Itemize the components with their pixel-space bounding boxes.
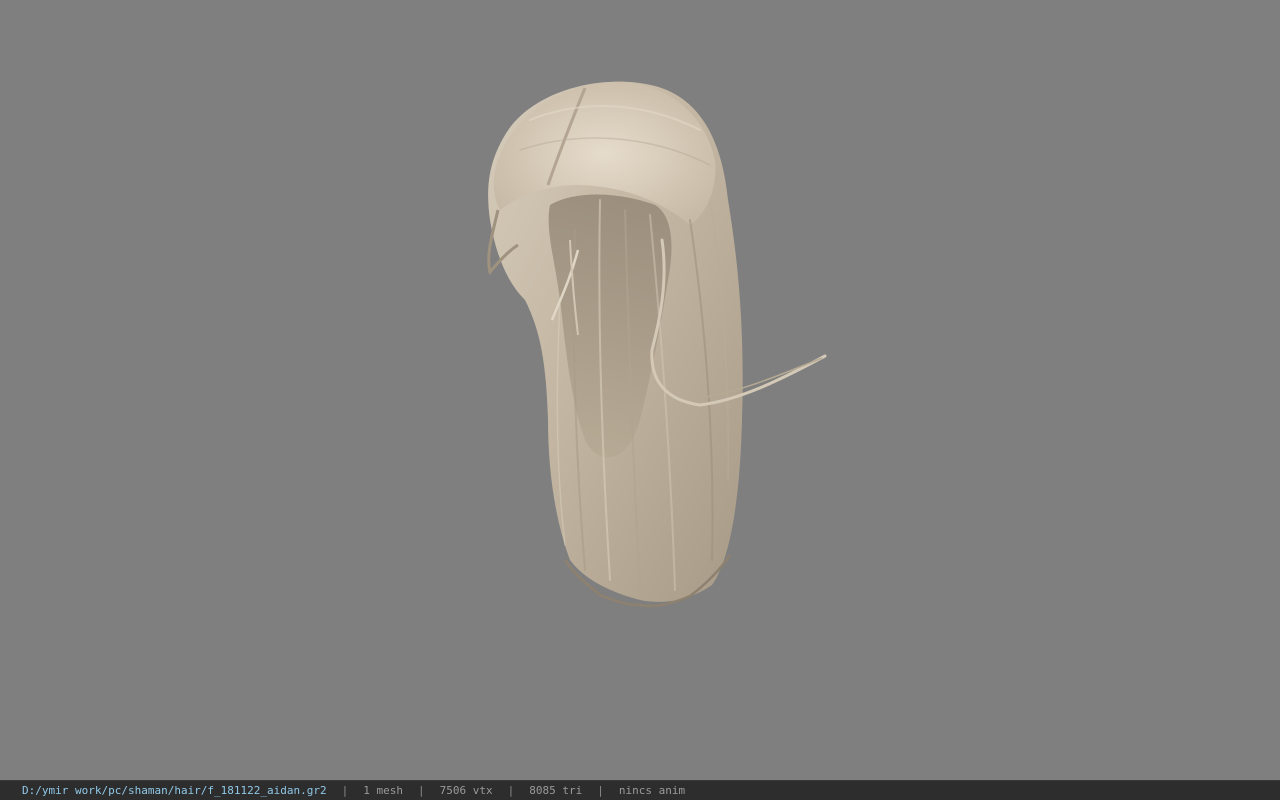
mesh-count: 1 mesh (363, 784, 404, 797)
vertex-count: 7506 vtx (439, 784, 493, 797)
file-path: D:/ymir work/pc/shaman/hair/f_181122_aid… (22, 784, 327, 797)
3d-viewport[interactable] (0, 0, 1280, 780)
animation-status: nincs anim (618, 784, 686, 797)
status-bar: D:/ymir work/pc/shaman/hair/f_181122_aid… (0, 780, 1280, 800)
triangle-count: 8085 tri (529, 784, 583, 797)
separator: | (341, 784, 349, 797)
hair-model-render (487, 81, 827, 608)
separator: | (418, 784, 425, 797)
separator: | (597, 784, 604, 797)
separator: | (507, 784, 515, 797)
